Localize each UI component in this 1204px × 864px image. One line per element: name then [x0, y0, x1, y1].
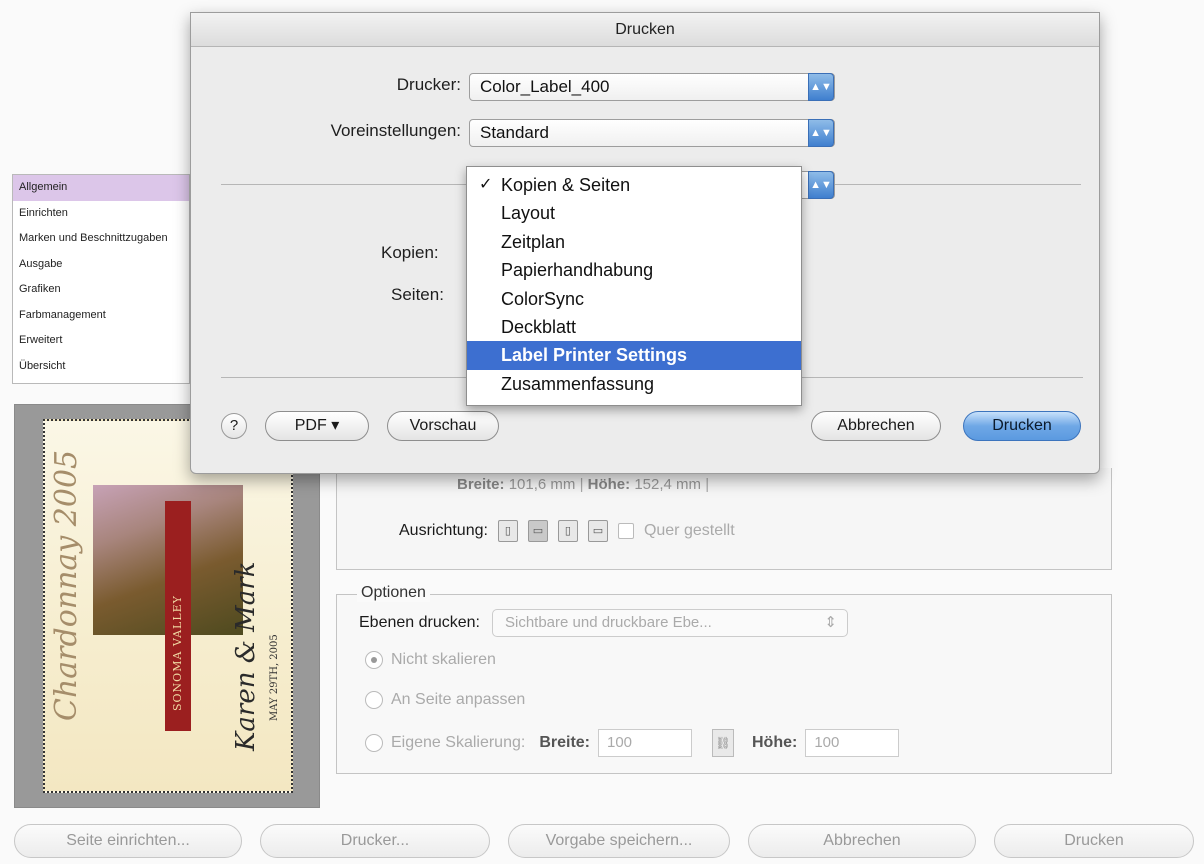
category-item-output[interactable]: Ausgabe [13, 252, 189, 278]
scale-width-field[interactable]: 100 [598, 729, 692, 757]
sheet-title: Drucken [191, 13, 1099, 47]
landscape-orientation-icon[interactable]: ▭ [527, 520, 548, 542]
cancel-button[interactable]: Abbrechen [811, 411, 941, 441]
menu-item-layout[interactable]: Layout [467, 199, 801, 227]
label-preview-image: Chardonnay 2005 SONOMA VALLEY Karen & Ma… [43, 419, 293, 793]
no-scale-label: Nicht skalieren [391, 651, 496, 668]
printer-popup[interactable]: Color_Label_400 ▲▼ [469, 73, 835, 101]
page-setup-button[interactable]: Seite einrichten... [14, 824, 242, 858]
label-names-text: Karen & Mark [231, 561, 261, 751]
pages-label: Seiten: [391, 285, 444, 304]
label-date-text: MAY 29TH, 2005 [269, 634, 280, 721]
dimension-separator: | [579, 476, 584, 493]
orientation-label: Ausrichtung: [399, 522, 488, 539]
dimension-separator: | [705, 476, 710, 493]
print-button[interactable]: Drucken [963, 411, 1081, 441]
menu-item-scheduler[interactable]: Zeitplan [467, 228, 801, 256]
menu-item-label: Zusammenfassung [501, 373, 655, 394]
menu-item-paper-handling[interactable]: Papierhandhabung [467, 256, 801, 284]
category-item-setup[interactable]: Einrichten [13, 201, 189, 227]
section-divider-right [835, 184, 1081, 185]
category-item-graphics[interactable]: Grafiken [13, 277, 189, 303]
category-item-advanced[interactable]: Erweitert [13, 328, 189, 354]
help-button[interactable]: ? [221, 413, 247, 439]
up-down-arrows-icon: ⇕ [824, 614, 837, 631]
page-width-value: 101,6 mm [508, 476, 576, 493]
printer-value: Color_Label_400 [480, 77, 610, 96]
radio-custom-row: Eigene Skalierung: Breite: 100 ⛓ Höhe: 1… [365, 729, 900, 757]
category-item-color-management[interactable]: Farbmanagement [13, 303, 189, 329]
up-down-arrows-icon: ▲▼ [808, 119, 834, 147]
printer-button[interactable]: Drucker... [260, 824, 490, 858]
orientation-row: Ausrichtung: ▯ ▭ ▯ ▭ Quer gestellt [399, 520, 735, 542]
menu-item-summary[interactable]: Zusammenfassung [467, 370, 801, 398]
scale-height-label: Höhe: [752, 734, 798, 751]
dialog-button-bar: Seite einrichten... Drucker... Vorgabe s… [14, 824, 1194, 860]
scale-width-label: Breite: [539, 734, 590, 751]
print-layers-row: Ebenen drucken: Sichtbare und druckbare … [359, 609, 848, 637]
custom-scale-radio[interactable] [365, 734, 383, 752]
fit-to-page-label: An Seite anpassen [391, 691, 526, 708]
menu-item-label: Zeitplan [501, 231, 566, 252]
page-dimensions: Breite: 101,6 mm | Höhe: 152,4 mm | [457, 476, 709, 493]
pdf-menu-button[interactable]: PDF ▾ [265, 411, 369, 441]
category-item-general[interactable]: Allgemein [13, 175, 189, 201]
custom-scale-label: Eigene Skalierung: [391, 734, 526, 751]
options-group: Optionen Ebenen drucken: Sichtbare und d… [336, 584, 1112, 774]
menu-item-label: Kopien & Seiten [501, 175, 631, 195]
radio-fit-row[interactable]: An Seite anpassen [365, 691, 525, 709]
page-height-label: Höhe: [587, 476, 631, 493]
print-layers-popup[interactable]: Sichtbare und druckbare Ebe... ⇕ [491, 609, 848, 637]
options-legend: Optionen [357, 584, 430, 602]
reverse-portrait-orientation-icon[interactable]: ▯ [557, 520, 578, 542]
menu-item-copies-pages[interactable]: ✓ Kopien & Seiten [467, 171, 801, 199]
category-item-summary[interactable]: Übersicht [13, 354, 189, 380]
presets-label: Voreinstellungen: [330, 121, 461, 140]
portrait-orientation-icon[interactable]: ▯ [497, 520, 518, 542]
printer-label: Drucker: [396, 75, 461, 94]
menu-item-label: Papierhandhabung [501, 260, 654, 281]
reverse-landscape-orientation-icon[interactable]: ▭ [587, 520, 608, 542]
category-item-marks-bleed[interactable]: Marken und Beschnittzugaben [13, 226, 189, 252]
menu-item-colorsync[interactable]: ColorSync [467, 285, 801, 313]
label-title-text: Chardonnay 2005 [49, 449, 84, 721]
page-height-value: 152,4 mm [634, 476, 702, 493]
menu-item-label: Layout [501, 203, 556, 224]
landscape-checkbox[interactable] [617, 523, 634, 539]
presets-popup[interactable]: Standard ▲▼ [469, 119, 835, 147]
print-layers-value: Sichtbare und druckbare Ebe... [504, 614, 712, 631]
menu-item-label-printer-settings[interactable]: Label Printer Settings [467, 341, 801, 370]
scale-height-field[interactable]: 100 [805, 729, 900, 757]
page-setup-panel: Breite: 101,6 mm | Höhe: 152,4 mm | Ausr… [336, 468, 1112, 570]
panel-select-menu: ✓ Kopien & Seiten Layout Zeitplan Papier… [466, 166, 802, 406]
menu-item-label: Deckblatt [501, 316, 577, 337]
print-layers-label: Ebenen drucken: [359, 614, 480, 631]
menu-item-label: Label Printer Settings [501, 345, 688, 366]
copies-label: Kopien: [381, 243, 439, 262]
presets-value: Standard [480, 123, 549, 142]
bottom-print-button[interactable]: Drucken [994, 824, 1194, 858]
save-preset-button[interactable]: Vorgabe speichern... [508, 824, 730, 858]
up-down-arrows-icon: ▲▼ [808, 171, 834, 199]
landscape-label: Quer gestellt [643, 522, 735, 539]
checkmark-icon: ✓ [479, 176, 493, 193]
menu-item-label: ColorSync [501, 288, 585, 309]
section-divider-left [221, 184, 469, 185]
label-stripe-text: SONOMA VALLEY [171, 595, 184, 711]
up-down-arrows-icon: ▲▼ [808, 73, 834, 101]
page-width-label: Breite: [457, 476, 505, 493]
preview-button[interactable]: Vorschau [387, 411, 499, 441]
bottom-cancel-button[interactable]: Abbrechen [748, 824, 976, 858]
chain-link-icon[interactable]: ⛓ [712, 729, 734, 757]
menu-item-cover-page[interactable]: Deckblatt [467, 313, 801, 341]
radio-no-scale-row[interactable]: Nicht skalieren [365, 651, 496, 669]
fit-to-page-radio[interactable] [365, 691, 383, 709]
no-scale-radio[interactable] [365, 651, 383, 669]
print-category-list: Allgemein Einrichten Marken und Beschnit… [12, 174, 190, 384]
